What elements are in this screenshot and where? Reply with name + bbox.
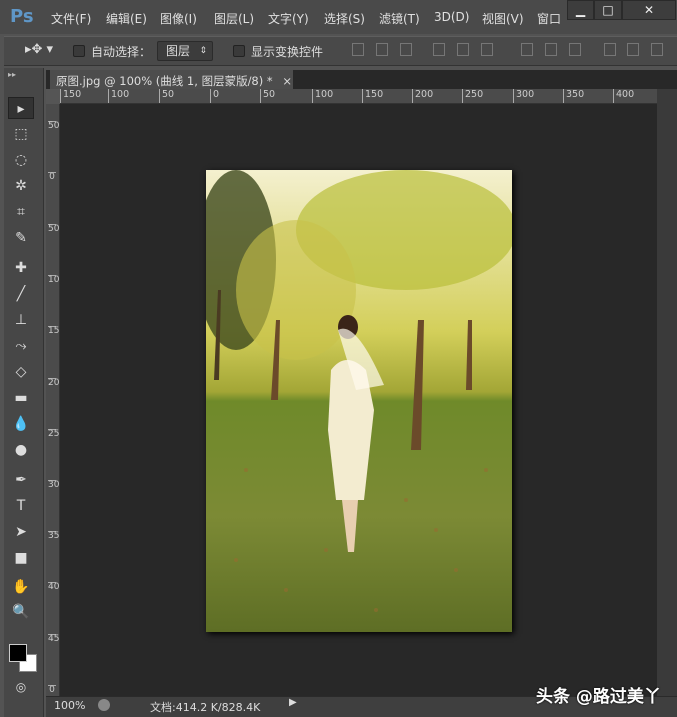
ruler-label: 300 [513,89,534,103]
path-selection-tool-icon[interactable]: ➤ [8,521,34,543]
clone-stamp-tool-icon[interactable]: ⊥ [8,309,34,331]
ruler-label: 0 [48,172,56,182]
ruler-label: 0 [48,685,56,695]
menu-filter[interactable]: 滤镜(T) [379,10,420,27]
distribute-left-icon[interactable] [604,43,616,56]
ruler-label: 300 [48,480,60,490]
ruler-label: 450 [48,634,60,644]
history-brush-tool-icon[interactable]: ⤳ [8,335,34,357]
align-top-icon[interactable] [352,43,364,56]
ruler-label: 150 [48,326,60,336]
auto-select-value: 图层 [166,44,191,58]
healing-brush-tool-icon[interactable]: ✚ [8,257,34,279]
distribute-top-icon[interactable] [521,43,533,56]
ruler-label: 100 [48,275,60,285]
ruler-label: 50 [159,89,174,103]
align-hcenter-icon[interactable] [457,43,469,56]
brush-tool-icon[interactable]: ╱ [8,283,34,305]
eyedropper-tool-icon[interactable]: ✎ [8,227,34,249]
close-button[interactable]: ✕ [622,0,676,20]
zoom-level[interactable]: 100% [54,699,85,712]
bride-photo [206,170,512,632]
distribute-hcenter-icon[interactable] [627,43,639,56]
align-vcenter-icon[interactable] [376,43,388,56]
dodge-tool-icon[interactable]: ● [8,439,34,461]
vertical-scrollbar[interactable] [657,89,677,696]
document-tab[interactable]: 原图.jpg @ 100% (曲线 1, 图层蒙版/8) * × [50,70,293,89]
ruler-label: 200 [412,89,433,103]
menu-layer[interactable]: 图层(L) [214,10,254,27]
ruler-label: 400 [48,582,60,592]
auto-select-checkbox[interactable] [73,45,85,57]
marquee-tool-icon[interactable]: ⬚ [8,123,34,145]
gradient-tool-icon[interactable]: ▬ [8,387,34,409]
document-tab-title: 原图.jpg @ 100% (曲线 1, 图层蒙版/8) * [56,74,273,88]
vertical-ruler[interactable]: 50 0 50 100 150 200 250 300 350 400 450 … [46,104,60,696]
magic-wand-tool-icon[interactable]: ✲ [8,175,34,197]
title-bar: Ps 文件(F) 编辑(E) 图像(I) 图层(L) 文字(Y) 选择(S) 滤… [0,0,677,34]
status-menu-arrow-icon[interactable]: ▶ [289,697,299,708]
ruler-corner[interactable] [46,89,60,104]
maximize-button[interactable]: □ [594,0,622,20]
ruler-label: 50 [48,224,60,234]
ruler-label: 50 [260,89,275,103]
menu-select[interactable]: 选择(S) [324,10,365,27]
menu-file[interactable]: 文件(F) [51,10,91,27]
align-left-icon[interactable] [433,43,445,56]
crop-tool-icon[interactable]: ⌗ [8,201,34,223]
type-tool-icon[interactable]: T [8,495,34,517]
ruler-label: 250 [462,89,483,103]
align-right-icon[interactable] [481,43,493,56]
ruler-label: 200 [48,378,60,388]
updown-icon: ⇕ [199,46,207,56]
horizontal-ruler[interactable]: 150 100 50 0 50 100 150 200 250 300 350 … [60,89,657,104]
tab-close-icon[interactable]: × [282,74,292,88]
collapse-panel-icon[interactable]: ▸▸ [8,70,16,79]
rectangle-tool-icon[interactable]: ■ [8,547,34,569]
hand-tool-icon[interactable]: ✋ [8,576,34,598]
minimize-button[interactable]: ▁ [567,0,594,20]
menu-type[interactable]: 文字(Y) [268,10,309,27]
ruler-label: 0 [210,89,219,103]
menu-view[interactable]: 视图(V) [482,10,524,27]
menu-edit[interactable]: 编辑(E) [106,10,147,27]
menu-window[interactable]: 窗口 [537,10,561,27]
move-tool-icon[interactable]: ▸ [8,97,34,119]
auto-select-label: 自动选择： [91,45,152,59]
pen-tool-icon[interactable]: ✒ [8,469,34,491]
photoshop-logo: Ps [10,6,34,27]
eraser-tool-icon[interactable]: ◇ [8,361,34,383]
lasso-tool-icon[interactable]: ◌ [8,149,34,171]
distribute-bottom-icon[interactable] [569,43,581,56]
menu-3d[interactable]: 3D(D) [434,10,469,24]
distribute-vcenter-icon[interactable] [545,43,557,56]
foreground-color-swatch[interactable] [9,644,27,662]
ruler-label: 150 [362,89,383,103]
zoom-tool-icon[interactable]: 🔍 [8,601,34,623]
menu-image[interactable]: 图像(I) [160,10,197,27]
watermark-text: 头条 @路过美丫 [536,687,661,707]
ruler-label: 350 [563,89,584,103]
ruler-label: 150 [60,89,81,103]
blur-tool-icon[interactable]: 💧 [8,413,34,435]
ruler-label: 100 [108,89,129,103]
ruler-label: 350 [48,531,60,541]
show-transform-checkbox[interactable] [233,45,245,57]
ruler-label: 250 [48,429,60,439]
status-info-icon[interactable] [98,699,110,711]
ruler-label: 400 [613,89,634,103]
document-size-info: 文档:414.2 K/828.4K [150,701,261,714]
quick-mask-icon[interactable]: ◎ [8,676,34,698]
distribute-right-icon[interactable] [651,43,663,56]
show-transform-label: 显示变换控件 [251,45,324,59]
ruler-label: 100 [312,89,333,103]
move-tool-preset-icon[interactable]: ▸✥ ▾ [25,42,53,57]
align-bottom-icon[interactable] [400,43,412,56]
auto-select-dropdown[interactable]: 图层 ⇕ [157,41,213,61]
ruler-label: 50 [48,121,60,131]
